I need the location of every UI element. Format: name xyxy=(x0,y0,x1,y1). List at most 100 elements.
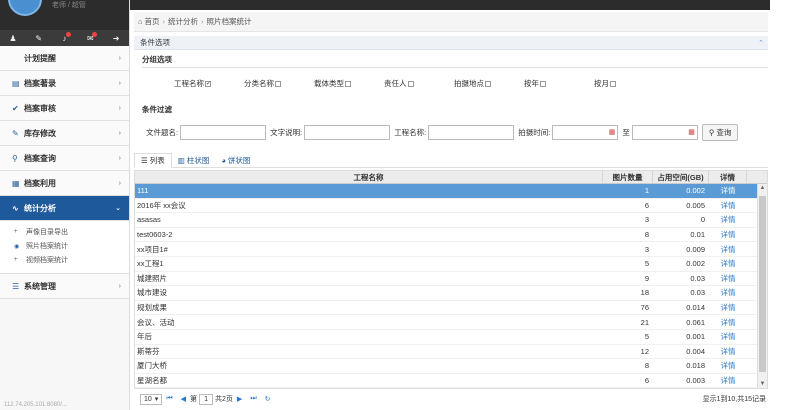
checkbox-box[interactable] xyxy=(345,81,351,88)
mail-icon[interactable]: ✉ xyxy=(77,31,103,43)
breadcrumb-level1[interactable]: 统计分析 xyxy=(168,16,198,27)
scroll-down-icon[interactable]: ▼ xyxy=(758,381,767,387)
table-row[interactable]: 会议、活动 21 0.061 详情 xyxy=(135,315,767,330)
column-header-photo-count[interactable]: 图片数量 xyxy=(603,171,653,183)
check-icon: ✔ xyxy=(12,103,19,113)
table-row[interactable]: 城市建设 18 0.03 详情 xyxy=(135,286,767,301)
sidebar-item-archive-query[interactable]: ⚲ 档案查询 › xyxy=(0,146,129,171)
checkbox-box[interactable] xyxy=(610,81,616,88)
checkbox-shoot-location[interactable]: 拍摄地点 xyxy=(454,78,524,94)
checkbox-box[interactable] xyxy=(540,81,546,88)
detail-link[interactable]: 详情 xyxy=(709,315,747,329)
table-row[interactable]: test0603-2 8 0.01 详情 xyxy=(135,228,767,243)
chevron-right-icon: › xyxy=(118,129,121,137)
view-tabs: ☰ 列表 ▥ 柱状图 ◕ 饼状图 xyxy=(134,153,768,168)
cell-photo-count: 6 xyxy=(644,376,649,386)
table-row[interactable]: 斯蒂芬 12 0.004 详情 xyxy=(135,345,767,360)
checkbox-by-month[interactable]: 按月 xyxy=(594,78,664,94)
prev-page-icon[interactable]: ◀ xyxy=(181,395,186,403)
detail-link[interactable]: 详情 xyxy=(709,359,747,373)
table-row[interactable]: xx项目1# 3 0.009 详情 xyxy=(135,242,767,257)
table-row[interactable]: 厦门大桥 8 0.018 详情 xyxy=(135,359,767,374)
sidebar-item-archive-entry[interactable]: ▤ 档案著录 › xyxy=(0,71,129,96)
scroll-up-icon[interactable]: ▲ xyxy=(758,185,767,191)
checkbox-carrier-type[interactable]: 载体类型 xyxy=(314,78,384,94)
detail-link[interactable]: 详情 xyxy=(709,199,747,213)
checkbox-responsible[interactable]: 责任人 xyxy=(384,78,454,94)
column-header-space-used[interactable]: 占用空间(GB) xyxy=(653,171,709,183)
last-page-icon[interactable]: ⏭ xyxy=(250,395,256,403)
sidebar-item-system[interactable]: ☰ 系统管理 › xyxy=(0,274,129,299)
text-desc-input[interactable] xyxy=(304,124,391,140)
breadcrumb-home[interactable]: 首页 xyxy=(145,16,160,27)
table-row[interactable]: 年后 5 0.001 详情 xyxy=(135,330,767,345)
column-header-detail[interactable]: 详情 xyxy=(709,171,747,183)
detail-link[interactable]: 详情 xyxy=(709,286,747,300)
sidebar-subitem-video-stats[interactable]: + 视频档案统计 xyxy=(0,253,129,267)
table-row[interactable]: 星湖名都 6 0.003 详情 xyxy=(135,374,767,388)
checkbox-box[interactable] xyxy=(407,81,414,88)
sidebar-subitem-audio-export[interactable]: + 声像目录导出 xyxy=(0,225,129,239)
table-row[interactable]: xx工程1 5 0.002 详情 xyxy=(135,257,767,272)
tab-list[interactable]: ☰ 列表 xyxy=(134,153,172,168)
shoot-time-end-input[interactable]: ▦ xyxy=(631,124,698,140)
edit-icon[interactable]: ✎ xyxy=(26,34,52,43)
detail-link[interactable]: 详情 xyxy=(709,374,747,388)
sidebar-subitem-photo-stats[interactable]: ◉ 照片档案统计 xyxy=(0,239,129,253)
column-header-project-name[interactable]: 工程名称 xyxy=(135,171,603,183)
sidebar-item-archive-use[interactable]: ▦ 档案利用 › xyxy=(0,171,129,196)
page-number-input[interactable]: 1 xyxy=(199,393,214,405)
detail-link[interactable]: 详情 xyxy=(709,228,747,242)
detail-link[interactable]: 详情 xyxy=(709,242,747,256)
grid-body: 111 1 0.002 详情 2016年 xx会议 6 0.005 详情 asasas 3 0 详情 t… xyxy=(135,184,767,388)
cell-project-name: 星湖名都 xyxy=(137,376,167,386)
detail-link[interactable]: 详情 xyxy=(709,213,747,227)
tab-bar-chart[interactable]: ▥ 柱状图 xyxy=(172,153,216,167)
page-size-select[interactable]: 10 ▾ xyxy=(140,393,163,405)
vertical-scrollbar[interactable]: ▲ ▼ xyxy=(757,184,767,388)
first-page-icon[interactable]: ⏮ xyxy=(166,395,172,403)
collapse-icon[interactable]: ⌃ xyxy=(758,39,764,47)
cell-project-name: xx项目1# xyxy=(137,244,168,254)
table-row[interactable]: asasas 3 0 详情 xyxy=(135,213,767,228)
file-title-input[interactable] xyxy=(180,124,267,140)
sidebar-item-statistics[interactable]: ∿ 统计分析 ⌄ xyxy=(0,196,129,221)
logout-icon[interactable]: ➜ xyxy=(103,34,129,43)
table-row[interactable]: 规划成果 76 0.014 详情 xyxy=(135,301,767,316)
calendar-icon[interactable]: ▦ xyxy=(688,128,695,136)
sidebar-item-plan-reminder[interactable]: 计划提醒 › xyxy=(0,46,129,71)
scrollbar-thumb[interactable] xyxy=(759,196,766,372)
table-row[interactable]: 城建照片 9 0.03 详情 xyxy=(135,272,767,287)
detail-link[interactable]: 详情 xyxy=(709,272,747,286)
detail-link[interactable]: 详情 xyxy=(709,184,747,198)
tab-pie-chart[interactable]: ◕ 饼状图 xyxy=(215,153,256,167)
next-page-icon[interactable]: ▶ xyxy=(237,395,242,403)
cell-space-used: 0.005 xyxy=(686,200,705,210)
checkbox-checked[interactable]: ✓ xyxy=(205,81,211,88)
project-name-input[interactable] xyxy=(428,124,515,140)
checkbox-box[interactable] xyxy=(275,81,281,88)
cell-project-name: 规划成果 xyxy=(137,303,167,313)
sidebar-item-archive-review[interactable]: ✔ 档案审核 › xyxy=(0,96,129,121)
refresh-icon[interactable]: ↻ xyxy=(265,395,271,403)
sidebar-item-stock-edit[interactable]: ✎ 库存修改 › xyxy=(0,121,129,146)
page-label: 第 xyxy=(190,396,198,403)
avatar[interactable] xyxy=(8,0,42,16)
detail-link[interactable]: 详情 xyxy=(709,345,747,359)
calendar-icon[interactable]: ▦ xyxy=(609,128,616,136)
detail-link[interactable]: 详情 xyxy=(709,257,747,271)
table-row[interactable]: 111 1 0.002 详情 xyxy=(135,184,767,199)
bell-icon[interactable]: ♪ xyxy=(52,31,78,43)
table-row[interactable]: 2016年 xx会议 6 0.005 详情 xyxy=(135,199,767,214)
user-icon[interactable]: ♟ xyxy=(0,34,26,43)
top-bar xyxy=(130,0,770,10)
checkbox-by-year[interactable]: 按年 xyxy=(524,78,594,94)
checkbox-project-name[interactable]: 工程名称 ✓ xyxy=(174,78,244,94)
shoot-time-start-input[interactable]: ▦ xyxy=(552,124,619,140)
checkbox-category-name[interactable]: 分类名称 xyxy=(244,78,314,94)
detail-link[interactable]: 详情 xyxy=(709,330,747,344)
query-button[interactable]: ⚲ 查询 xyxy=(701,123,739,141)
detail-link[interactable]: 详情 xyxy=(709,301,747,315)
checkbox-box[interactable] xyxy=(485,81,491,88)
project-name-label: 工程名称: xyxy=(394,127,427,137)
